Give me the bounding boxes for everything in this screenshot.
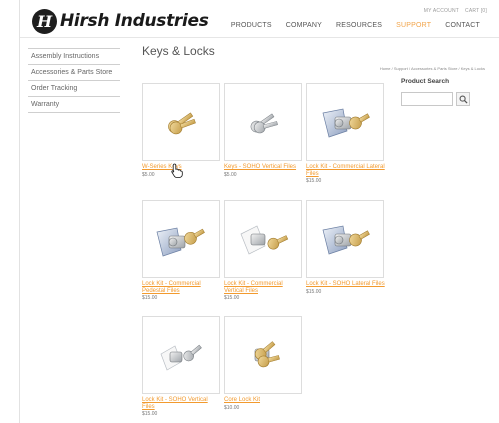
product-card[interactable]: Core Lock Kit $10.00 — [224, 316, 304, 411]
product-name-link[interactable]: Lock Kit - SOHO Lateral Files — [306, 281, 386, 288]
product-search-label: Product Search — [401, 78, 450, 85]
product-name-link[interactable]: Lock Kit - Commercial Lateral Files — [306, 164, 386, 177]
product-name-link[interactable]: Keys - SOHO Vertical Files — [224, 164, 304, 171]
product-name-link[interactable]: Lock Kit - Commercial Pedestal Files — [142, 281, 222, 294]
header-divider — [20, 37, 499, 38]
product-image[interactable] — [142, 200, 220, 278]
sidebar-item-assembly-instructions[interactable]: Assembly Instructions — [28, 48, 120, 65]
product-image[interactable] — [306, 200, 384, 278]
product-card[interactable]: Lock Kit - Commercial Vertical Files $15… — [224, 200, 304, 301]
cart-link[interactable]: CART [0] — [465, 8, 487, 14]
core-lock-icon — [254, 341, 280, 368]
nav-company[interactable]: COMPANY — [279, 22, 329, 29]
nav-contact[interactable]: CONTACT — [438, 22, 487, 29]
nav-resources[interactable]: RESOURCES — [329, 22, 389, 29]
page-title: Keys & Locks — [142, 44, 215, 58]
product-image[interactable] — [224, 316, 302, 394]
product-price: $10.00 — [224, 404, 240, 411]
sidebar: Assembly Instructions Accessories & Part… — [28, 48, 120, 113]
product-card[interactable]: Lock Kit - SOHO Vertical Files $15.00 — [142, 316, 222, 417]
utility-links: MY ACCOUNT CART [0] — [424, 8, 487, 14]
lock-kit-icon — [156, 227, 205, 257]
product-image[interactable] — [142, 316, 220, 394]
product-card[interactable]: Keys - SOHO Vertical Files $5.00 — [224, 83, 304, 178]
product-image[interactable] — [306, 83, 384, 161]
sidebar-item-accessories-parts-store[interactable]: Accessories & Parts Store — [28, 65, 120, 81]
lock-kit-icon — [240, 225, 289, 255]
product-image[interactable] — [224, 200, 302, 278]
main-nav: PRODUCTS COMPANY RESOURCES SUPPORT CONTA… — [224, 22, 487, 29]
nav-support[interactable]: SUPPORT — [389, 22, 438, 29]
product-price: $15.00 — [142, 295, 158, 301]
sidebar-item-order-tracking[interactable]: Order Tracking — [28, 81, 120, 97]
sidebar-item-warranty[interactable]: Warranty — [28, 97, 120, 113]
product-price: $15.00 — [142, 411, 158, 417]
product-name-link[interactable]: Lock Kit - SOHO Vertical Files — [142, 397, 222, 410]
product-card[interactable]: Lock Kit - SOHO Lateral Files $15.00 — [306, 200, 386, 295]
product-price: $15.00 — [306, 288, 322, 295]
lock-kit-icon — [322, 108, 370, 138]
product-name-link[interactable]: Lock Kit - Commercial Vertical Files — [224, 281, 304, 294]
lock-kit-icon — [160, 344, 202, 371]
breadcrumb[interactable]: Home / Support / Accessories & Parts Sto… — [380, 66, 485, 71]
magnifier-icon — [459, 95, 468, 104]
keys-icon — [250, 113, 278, 134]
product-image[interactable] — [142, 83, 220, 161]
product-card[interactable]: Lock Kit - Commercial Pedestal Files $15… — [142, 200, 222, 301]
hand-cursor-icon — [171, 163, 183, 178]
site-logo[interactable]: H Hirsh Industries — [32, 8, 209, 34]
logo-text: Hirsh Industries — [60, 11, 209, 31]
product-price: $15.00 — [224, 295, 240, 301]
product-card[interactable]: Lock Kit - Commercial Lateral Files $15.… — [306, 83, 386, 184]
search-button[interactable] — [456, 92, 470, 106]
product-price: $15.00 — [306, 178, 322, 184]
product-image[interactable] — [224, 83, 302, 161]
nav-products[interactable]: PRODUCTS — [224, 22, 279, 29]
product-search-input[interactable] — [401, 92, 453, 106]
lock-kit-icon — [322, 225, 370, 255]
logo-mark-icon: H — [32, 8, 57, 34]
product-name-link[interactable]: Core Lock Kit — [224, 397, 304, 404]
my-account-link[interactable]: MY ACCOUNT — [424, 8, 459, 14]
keys-icon — [168, 112, 196, 135]
product-price: $5.00 — [224, 171, 237, 178]
